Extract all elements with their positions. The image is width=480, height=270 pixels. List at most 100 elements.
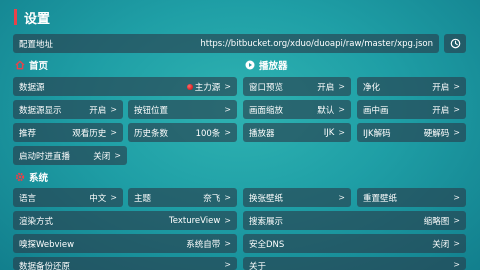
history-count-value: 100条 <box>195 128 221 139</box>
startup-live-value: 关闭 <box>93 151 111 162</box>
chevron-right-icon: > <box>453 193 460 202</box>
theme-value: 奈飞 <box>203 193 221 204</box>
chevron-right-icon: > <box>453 239 460 248</box>
history-button[interactable] <box>444 34 466 53</box>
startup-live-button[interactable]: 启动时进直播 关闭 > <box>13 146 127 165</box>
scale-label: 画面缩放 <box>249 105 284 116</box>
scale-button[interactable]: 画面缩放 默认 > <box>243 100 351 119</box>
search-display-button[interactable]: 搜索展示 缩略图 > <box>243 211 466 230</box>
section-player: 播放器 <box>245 58 288 72</box>
recommend-value: 观看历史 <box>72 128 107 139</box>
secure-dns-button[interactable]: 安全DNS 关闭 > <box>243 234 466 253</box>
window-preview-value: 开启 <box>317 82 335 93</box>
ijk-decode-label: IJK解码 <box>363 128 391 139</box>
language-label: 语言 <box>19 193 37 204</box>
config-label: 配置地址 <box>19 39 54 50</box>
gear-icon <box>15 172 25 182</box>
purify-value: 开启 <box>432 82 450 93</box>
config-url-button[interactable]: 配置地址 https://bitbucket.org/xduo/duoapi/r… <box>13 34 439 53</box>
chevron-right-icon: > <box>224 260 231 269</box>
recommend-label: 推荐 <box>19 128 37 139</box>
scale-value: 默认 <box>317 105 335 116</box>
render-value: TextureView <box>169 215 221 226</box>
chevron-right-icon: > <box>453 105 460 114</box>
chevron-right-icon: > <box>453 216 460 225</box>
apple-icon <box>186 84 193 90</box>
render-label: 渲染方式 <box>19 216 54 227</box>
config-url-value: https://bitbucket.org/xduo/duoapi/raw/ma… <box>200 38 433 49</box>
reset-wallpaper-button[interactable]: 重置壁纸 > <box>357 188 466 207</box>
backup-restore-button[interactable]: 数据备份还原 > <box>13 257 237 270</box>
about-label: 关于 <box>249 262 267 270</box>
secure-dns-label: 安全DNS <box>249 239 285 250</box>
sniff-webview-label: 嗅探Webview <box>19 239 75 250</box>
chevron-right-icon: > <box>453 260 460 269</box>
chevron-right-icon: > <box>110 105 117 114</box>
chevron-right-icon: > <box>224 82 231 91</box>
sniff-webview-value: 系统自带 <box>186 239 221 250</box>
source-display-button[interactable]: 数据源显示 开启 > <box>13 100 123 119</box>
backup-restore-label: 数据备份还原 <box>19 262 71 270</box>
history-icon <box>450 38 460 49</box>
title-accent-bar <box>14 9 17 25</box>
section-home-title: 首页 <box>29 61 49 72</box>
chevron-right-icon: > <box>338 193 345 202</box>
chevron-right-icon: > <box>224 105 231 114</box>
change-wallpaper-label: 换张壁纸 <box>249 193 284 204</box>
play-circle-icon <box>245 60 255 70</box>
window-preview-button[interactable]: 窗口预览 开启 > <box>243 77 351 96</box>
language-button[interactable]: 语言 中文 > <box>13 188 123 207</box>
source-label: 数据源 <box>19 82 45 93</box>
theme-label: 主题 <box>134 193 152 204</box>
chevron-right-icon: > <box>224 216 231 225</box>
source-button[interactable]: 数据源 主力源 > <box>13 77 237 96</box>
reset-wallpaper-label: 重置壁纸 <box>363 193 398 204</box>
about-button[interactable]: 关于 > <box>243 257 466 270</box>
language-value: 中文 <box>89 193 107 204</box>
section-system-title: 系统 <box>29 173 49 184</box>
chevron-right-icon: > <box>224 239 231 248</box>
chevron-right-icon: > <box>114 151 121 160</box>
search-display-value: 缩略图 <box>423 216 450 227</box>
button-position-label: 按钮位置 <box>134 105 169 116</box>
page-title: 设置 <box>24 12 51 27</box>
section-system: 系统 <box>15 170 48 184</box>
chevron-right-icon: > <box>453 82 460 91</box>
purify-button[interactable]: 净化 开启 > <box>357 77 466 96</box>
button-position-button[interactable]: 按钮位置 > <box>128 100 237 119</box>
theme-button[interactable]: 主题 奈飞 > <box>128 188 237 207</box>
source-value: 主力源 <box>194 82 221 93</box>
section-home: 首页 <box>15 58 48 72</box>
chevron-right-icon: > <box>110 193 117 202</box>
window-preview-label: 窗口预览 <box>249 82 284 93</box>
source-display-value: 开启 <box>89 105 107 116</box>
recommend-button[interactable]: 推荐 观看历史 > <box>13 123 123 142</box>
home-icon <box>15 60 25 70</box>
history-count-button[interactable]: 历史条数 100条 > <box>128 123 237 142</box>
render-button[interactable]: 渲染方式 TextureView > <box>13 211 237 230</box>
change-wallpaper-button[interactable]: 换张壁纸 > <box>243 188 351 207</box>
chevron-right-icon: > <box>338 105 345 114</box>
source-display-label: 数据源显示 <box>19 105 62 116</box>
chevron-right-icon: > <box>224 193 231 202</box>
pip-value: 开启 <box>432 105 450 116</box>
pip-button[interactable]: 画中画 开启 > <box>357 100 466 119</box>
pip-label: 画中画 <box>363 105 389 116</box>
player-select-value: IJK <box>323 127 335 138</box>
search-display-label: 搜索展示 <box>249 216 284 227</box>
chevron-right-icon: > <box>110 128 117 137</box>
chevron-right-icon: > <box>453 128 460 137</box>
sniff-webview-button[interactable]: 嗅探Webview 系统自带 > <box>13 234 237 253</box>
source-value-wrap: 主力源 <box>186 81 221 93</box>
chevron-right-icon: > <box>338 128 345 137</box>
ijk-decode-value: 硬解码 <box>423 128 450 139</box>
player-select-button[interactable]: 播放器 IJK > <box>243 123 351 142</box>
ijk-decode-button[interactable]: IJK解码 硬解码 > <box>357 123 466 142</box>
section-player-title: 播放器 <box>259 61 288 72</box>
history-count-label: 历史条数 <box>134 128 169 139</box>
chevron-right-icon: > <box>338 82 345 91</box>
chevron-right-icon: > <box>224 128 231 137</box>
purify-label: 净化 <box>363 82 381 93</box>
startup-live-label: 启动时进直播 <box>19 151 71 162</box>
player-select-label: 播放器 <box>249 128 275 139</box>
